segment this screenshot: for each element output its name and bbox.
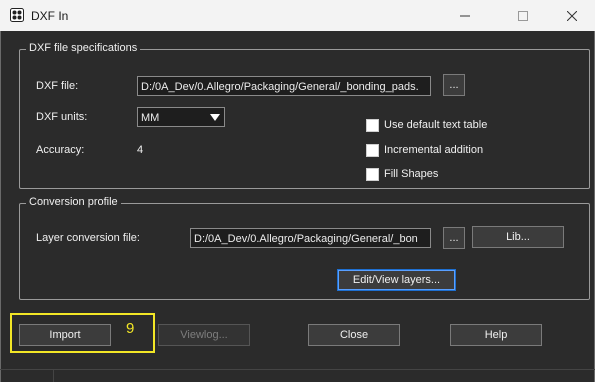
dxf-spec-group-title: DXF file specifications <box>26 42 141 54</box>
annotation-number: 9 <box>126 320 135 337</box>
app-icon <box>10 8 24 22</box>
fill-shapes-checkbox[interactable] <box>366 168 379 181</box>
dxf-file-field[interactable]: D:/0A_Dev/0.Allegro/Packaging/General/_b… <box>137 76 431 96</box>
status-bar-separator <box>53 369 54 382</box>
chevron-down-icon <box>210 114 220 121</box>
help-button[interactable]: Help <box>450 324 542 346</box>
accuracy-value: 4 <box>137 144 144 156</box>
close-button[interactable]: Close <box>308 324 400 346</box>
minimize-icon <box>460 15 470 16</box>
close-icon <box>567 10 577 21</box>
use-default-text-table-label: Use default text table <box>384 119 488 131</box>
dxf-units-value: MM <box>141 112 160 124</box>
fill-shapes-label: Fill Shapes <box>384 168 439 180</box>
status-bar-divider <box>0 369 595 370</box>
layer-file-browse-button[interactable]: ... <box>443 227 465 249</box>
layer-conversion-file-field[interactable]: D:/0A_Dev/0.Allegro/Packaging/General/_b… <box>190 228 431 248</box>
dxf-spec-group: DXF file specifications <box>19 42 590 189</box>
edit-view-layers-button[interactable]: Edit/View layers... <box>337 269 456 291</box>
viewlog-button[interactable]: Viewlog... <box>158 324 250 346</box>
conversion-profile-group: Conversion profile <box>19 196 590 300</box>
use-default-text-table-checkbox[interactable] <box>366 119 379 132</box>
lib-button[interactable]: Lib... <box>472 226 564 248</box>
incremental-addition-checkbox[interactable] <box>366 144 379 157</box>
minimize-button[interactable] <box>442 0 488 31</box>
conversion-profile-group-title: Conversion profile <box>26 196 121 208</box>
accuracy-label: Accuracy: <box>36 144 85 156</box>
dxf-file-browse-button[interactable]: ... <box>443 74 465 96</box>
dxf-units-select[interactable]: MM <box>137 107 225 127</box>
layer-conversion-file-label: Layer conversion file: <box>36 232 140 244</box>
incremental-addition-label: Incremental addition <box>384 144 484 156</box>
maximize-button[interactable] <box>500 0 546 31</box>
title-bar: DXF In <box>0 0 595 31</box>
maximize-icon <box>518 10 528 21</box>
window-title: DXF In <box>31 9 69 23</box>
close-window-button[interactable] <box>549 0 595 31</box>
dxf-units-label: DXF units: <box>36 111 88 123</box>
dxf-file-label: DXF file: <box>36 80 79 92</box>
